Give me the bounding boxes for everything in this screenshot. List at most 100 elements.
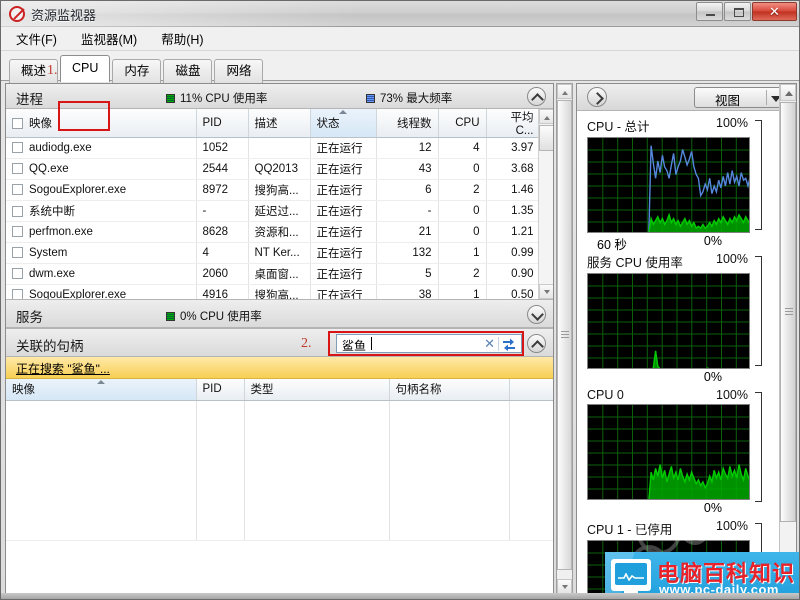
table-row[interactable]: System 4 NT Ker... 正在运行 132 1 0.99 [6,242,541,264]
scroll-thumb[interactable] [539,125,553,151]
graph-panel-collapse-button[interactable] [587,87,607,107]
handle-column-header-name[interactable]: 句柄名称 [389,379,510,401]
main-scroll-up-button[interactable] [557,84,572,99]
table-row[interactable]: 系统中断 - 延迟过... 正在运行 -0 1.35 [6,200,541,222]
cell-status: 正在运行 [310,137,377,159]
row-checkbox[interactable] [12,184,23,195]
green-swatch-icon [166,94,175,103]
row-checkbox[interactable] [12,163,23,174]
menu-item-help[interactable]: 帮助(H) [156,27,208,50]
minimize-icon [706,14,715,16]
handle-column-header-image[interactable]: 映像 [6,379,197,401]
cell-image: SogouExplorer.exe [6,284,197,299]
services-cpu-indicator: 0% CPU 使用率 [166,308,262,324]
close-button[interactable]: ✕ [752,2,797,21]
cell-threads: 132 [376,242,439,264]
minimize-button[interactable] [696,2,723,21]
maximize-button[interactable] [724,2,751,21]
column-header-pid[interactable]: PID [196,109,249,138]
chevron-up-icon [562,91,568,95]
tab-cpu[interactable]: CPU [60,55,111,82]
select-all-checkbox[interactable] [12,118,23,129]
table-row[interactable]: perfmon.exe 8628 资源和... 正在运行 21 0 1.21 [6,221,541,243]
column-header-avgcpu[interactable]: 平均 C... [486,109,541,138]
table-row[interactable]: audiodg.exe 1052 正在运行 12 4 3.97 [6,137,541,159]
monitor-icon [611,559,651,594]
cell-cpu: 2 [438,263,487,285]
graph-scroll-up-button[interactable] [780,84,796,101]
title-bar[interactable]: 资源监视器 ✕ [1,1,799,27]
window-controls: ✕ [696,2,797,21]
handle-search-input[interactable]: 鲨鱼 ✕ [336,334,522,353]
column-header-description[interactable]: 描述 [248,109,311,138]
services-expand-button[interactable] [527,305,546,324]
annotation-label-2: 2. [301,336,312,351]
processes-title: 进程 [16,92,43,107]
tab-network[interactable]: 网络 [214,59,264,83]
row-checkbox[interactable] [12,289,23,299]
handle-search-container: 鲨鱼 ✕ [336,334,522,353]
cell-pid: - [196,200,249,222]
column-header-image[interactable]: 映像 [6,109,197,138]
left-pane-scrollbar[interactable] [556,83,573,595]
processes-table: 映像 PID 描述 状态 线程数 CPU 平均 C... audiodg.exe… [6,109,541,299]
cell-avgcpu: 3.97 [486,137,541,159]
scroll-up-button[interactable] [539,109,553,124]
menu-item-monitor[interactable]: 监视器(M) [76,27,142,50]
blue-swatch-icon [366,94,375,103]
handle-column-header-type[interactable]: 类型 [244,379,390,401]
view-dropdown-button[interactable]: 视图 [694,87,788,108]
empty-cell [244,400,390,541]
search-divider [498,337,499,351]
processes-scrollbar[interactable] [538,109,553,299]
table-row [6,400,553,541]
searching-status-bar: 正在搜索 "鲨鱼"... [6,357,553,379]
max-frequency-label: 73% 最大频率 [380,93,453,105]
monitor-screen [615,563,647,585]
cell-avgcpu: 0.90 [486,263,541,285]
column-header-status[interactable]: 状态 [310,109,377,138]
handles-collapse-button[interactable] [527,334,546,353]
handle-column-header-pid[interactable]: PID [196,379,245,401]
services-title: 服务 [16,310,43,325]
scroll-grip-icon [785,308,793,316]
row-checkbox[interactable] [12,206,23,217]
clear-search-icon[interactable]: ✕ [484,337,495,351]
refresh-icon-svg [503,338,515,351]
cell-status: 正在运行 [310,179,377,201]
cell-threads: - [376,200,439,222]
column-header-threads[interactable]: 线程数 [376,109,439,138]
graph-scale-bracket [755,392,762,502]
table-row[interactable]: QQ.exe 2544 QQ2013 正在运行 43 0 3.68 [6,158,541,180]
processes-collapse-button[interactable] [527,87,546,106]
cell-description [248,137,311,159]
row-checkbox[interactable] [12,142,23,153]
table-row[interactable]: dwm.exe 2060 桌面窗... 正在运行 5 2 0.90 [6,263,541,285]
table-row[interactable]: SogouExplorer.exe 8972 搜狗高... 正在运行 6 2 1.46 [6,179,541,201]
graph-scroll-thumb[interactable] [780,102,796,522]
cell-description: 桌面窗... [248,263,311,285]
refresh-search-icon[interactable] [501,337,517,351]
handle-column-header-spacer [509,379,553,401]
tab-disk[interactable]: 磁盘 [163,59,213,83]
cell-threads: 38 [376,284,439,299]
max-frequency-indicator: 73% 最大频率 [366,90,452,106]
menu-item-file[interactable]: 文件(F) [11,27,62,50]
row-checkbox[interactable] [12,247,23,258]
main-scroll-down-button[interactable] [557,579,572,594]
row-checkbox[interactable] [12,226,23,237]
graph-block: 服务 CPU 使用率 100% 0% [577,252,778,384]
graph-scale-bracket [755,120,762,230]
scroll-down-button[interactable] [539,284,553,299]
cell-cpu: 0 [438,200,487,222]
row-checkbox[interactable] [12,268,23,279]
services-section-header[interactable]: 服务 0% CPU 使用率 [6,299,553,328]
graph-panel-scrollbar[interactable] [779,84,796,594]
column-header-cpu[interactable]: CPU [438,109,487,138]
table-row[interactable]: SogouExplorer.exe 4916 搜狗高... 正在运行 38 1 0.50 [6,284,541,299]
tab-memory[interactable]: 内存 [112,59,162,83]
processes-section-header[interactable]: 进程 11% CPU 使用率 73% 最大频率 [6,84,553,109]
graph-max-label: 100% [716,116,748,130]
main-scroll-thumb[interactable] [557,100,572,570]
handles-section-header[interactable]: 关联的句柄 2. 鲨鱼 ✕ [6,328,553,357]
